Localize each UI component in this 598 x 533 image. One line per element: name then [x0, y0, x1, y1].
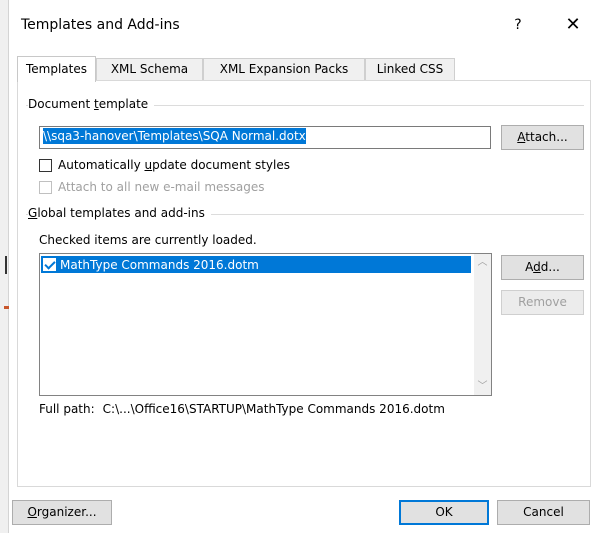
auto-update-styles-label: Automatically update document styles — [58, 158, 290, 172]
tab-xml-schema[interactable]: XML Schema — [96, 58, 203, 81]
document-template-path-field[interactable]: \\sqa3-hanover\Templates\SQA Normal.dotx — [39, 126, 491, 149]
document-template-path-value: \\sqa3-hanover\Templates\SQA Normal.dotx — [43, 128, 306, 144]
loaded-items-hint: Checked items are currently loaded. — [39, 233, 257, 247]
scroll-up-icon[interactable]: ︿ — [474, 254, 491, 271]
background-text-cursor — [5, 256, 7, 274]
close-icon: ✕ — [565, 14, 581, 35]
remove-button: Remove — [501, 290, 584, 315]
list-item-label: MathType Commands 2016.dotm — [60, 257, 259, 272]
attach-button[interactable]: Attach... — [501, 125, 584, 150]
background-window-edge — [0, 0, 9, 533]
global-templates-group-label: Global templates and add-ins — [28, 206, 211, 220]
item-checkbox-checked[interactable] — [43, 258, 56, 271]
tab-templates[interactable]: Templates — [17, 56, 96, 82]
help-button[interactable]: ? — [506, 12, 530, 38]
list-scrollbar[interactable]: ︿ ﹀ — [474, 254, 491, 395]
add-button[interactable]: Add... — [501, 255, 584, 280]
global-templates-list[interactable]: MathType Commands 2016.dotm ︿ ﹀ — [39, 253, 492, 396]
list-item[interactable]: MathType Commands 2016.dotm — [41, 256, 471, 273]
full-path-row: Full path: C:\...\Office16\STARTUP\MathTy… — [39, 402, 445, 416]
document-template-group-label: Document template — [28, 97, 155, 111]
ok-button[interactable]: OK — [399, 500, 489, 525]
cancel-button[interactable]: Cancel — [497, 500, 590, 525]
help-icon: ? — [514, 17, 522, 33]
tab-linked-css[interactable]: Linked CSS — [365, 58, 455, 81]
attach-email-label: Attach to all new e-mail messages — [58, 180, 265, 194]
auto-update-styles-checkbox[interactable] — [39, 158, 52, 172]
title-bar: Templates and Add-ins ? ✕ — [9, 0, 598, 50]
auto-update-styles-row[interactable]: Automatically update document styles — [39, 156, 290, 174]
templates-and-addins-dialog: Templates and Add-ins ? ✕ Templates XML … — [9, 0, 598, 533]
scroll-down-icon[interactable]: ﹀ — [474, 378, 491, 395]
close-button[interactable]: ✕ — [559, 12, 587, 38]
attach-email-row: Attach to all new e-mail messages — [39, 178, 265, 196]
attach-email-checkbox — [39, 180, 52, 194]
dialog-title: Templates and Add-ins — [21, 17, 180, 33]
full-path-label: Full path: — [39, 402, 95, 416]
organizer-button[interactable]: Organizer... — [12, 500, 112, 525]
full-path-value: C:\...\Office16\STARTUP\MathType Command… — [102, 402, 445, 416]
tab-xml-expansion-packs[interactable]: XML Expansion Packs — [203, 58, 365, 81]
templates-tab-panel: Document template \\sqa3-hanover\Templat… — [17, 80, 591, 487]
